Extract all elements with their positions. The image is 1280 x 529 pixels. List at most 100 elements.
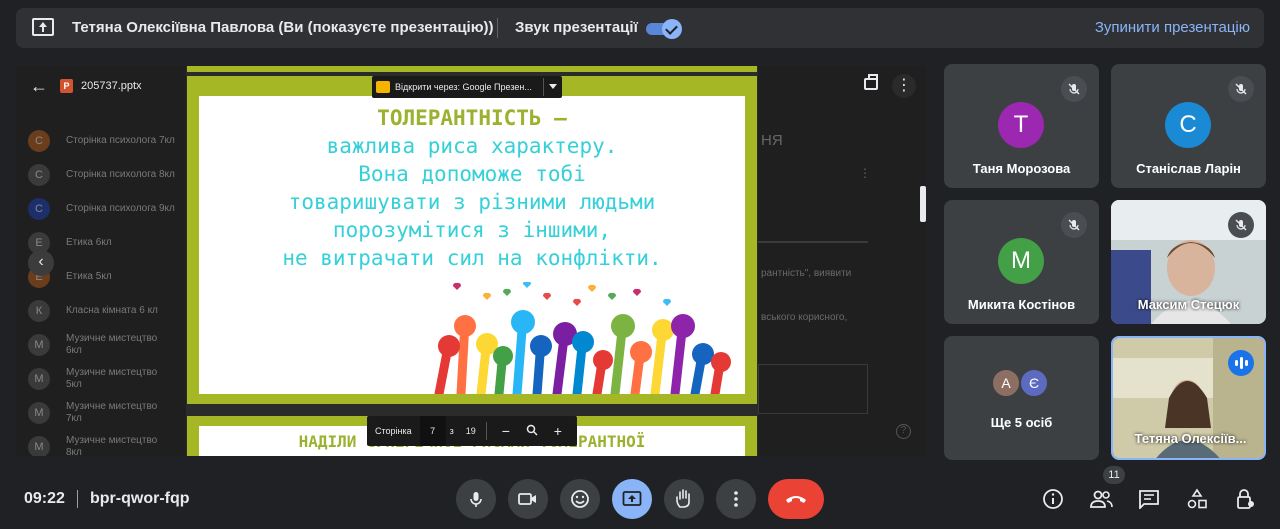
google-slides-icon [376, 81, 390, 93]
slide-line: не витрачати сил на конфлікти. [282, 246, 662, 270]
background-list-label: Сторінка психолога 9кл [66, 203, 175, 214]
open-with-button[interactable]: Відкрити через: Google Презен... [372, 76, 562, 98]
background-list-label: Етика 5кл [66, 271, 112, 282]
background-list-label: Класна кімната 6 кл [66, 305, 158, 316]
background-list-label: Сторінка психолога 7кл [66, 135, 175, 146]
participant-tile[interactable]: С Станіслав Ларін [1111, 64, 1266, 188]
presentation-sound-label: Звук презентації [515, 19, 638, 36]
participant-name: Максим Стецюк [1137, 297, 1240, 312]
chat-button[interactable] [1136, 486, 1162, 512]
background-list-label: Етика 6кл [66, 237, 112, 248]
mic-off-icon [1061, 76, 1087, 102]
people-icon [1090, 490, 1113, 508]
powerpoint-file-icon: P [60, 79, 73, 93]
speaking-indicator-icon [1228, 350, 1254, 376]
background-list-item: К Класна кімната 6 кл [28, 296, 158, 326]
meeting-code: bpr-qwor-fqp [90, 490, 190, 507]
background-text: вського корисного, [761, 312, 848, 323]
stop-presenting-button[interactable]: Зупинити презентацію [1095, 19, 1250, 36]
meeting-details-button[interactable] [1040, 486, 1066, 512]
background-list-item: С Сторінка психолога 7кл [28, 126, 175, 156]
heart-icon [542, 292, 552, 300]
lock-person-icon [1237, 489, 1254, 509]
print-icon[interactable] [864, 74, 878, 90]
zoom-out-icon[interactable]: − [499, 423, 513, 439]
slide-line: важлива риса характеру. [326, 134, 618, 158]
avatar: С [1165, 102, 1211, 148]
phone-hangup-icon [786, 496, 806, 503]
heart-icon [522, 282, 532, 288]
page-number-input[interactable]: 7 [419, 416, 446, 446]
background-list-sublabel: 5кл [66, 379, 82, 390]
people-button[interactable] [1088, 486, 1114, 512]
heart-icon [587, 284, 597, 292]
current-slide: ТОЛЕРАНТНІСТЬ – важлива риса характеру. … [187, 76, 757, 404]
more-vert-icon[interactable]: ⋮ [892, 74, 916, 98]
heart-icon [632, 288, 642, 296]
present-now-button[interactable] [612, 479, 652, 519]
chevron-left-icon[interactable]: ‹ [28, 250, 54, 276]
page-of-label: з [449, 426, 454, 436]
activities-icon [1187, 488, 1207, 509]
self-video-tile[interactable]: Тетяна Олексіїв... [1111, 336, 1266, 460]
background-list-sublabel: 7кл [66, 413, 82, 424]
leave-call-button[interactable] [768, 479, 824, 519]
participant-tile[interactable]: Т Таня Морозова [944, 64, 1099, 188]
file-viewer-toolbar: ← P 205737.pptx Відкрити через: Google П… [16, 66, 926, 106]
slide-line: порозумітися з іншими, [332, 218, 612, 242]
check-icon [662, 19, 682, 39]
background-list-item: С Сторінка психолога 8кл [28, 160, 175, 190]
participant-name: Тетяна Олексіїв... [1134, 431, 1247, 446]
raise-hand-button[interactable] [664, 479, 704, 519]
presentation-sound-toggle[interactable] [646, 19, 682, 39]
zoom-icon[interactable] [525, 423, 539, 439]
background-list-item: М Музичне мистецтво 6кл [28, 330, 157, 360]
mic-off-icon [1061, 212, 1087, 238]
participant-video-tile[interactable]: Максим Стецюк [1111, 200, 1266, 324]
background-list-sublabel: 6кл [66, 345, 82, 356]
mic-off-icon [1228, 212, 1254, 238]
mic-off-icon [1228, 76, 1254, 102]
avatar: Є [1019, 368, 1049, 398]
avatar: М [998, 238, 1044, 284]
help-icon[interactable]: ? [896, 424, 911, 439]
camera-button[interactable] [508, 479, 548, 519]
heart-icon [662, 298, 672, 306]
more-vert-icon [734, 491, 738, 507]
divider [497, 18, 498, 38]
host-controls-button[interactable] [1232, 486, 1258, 512]
zoom-in-icon[interactable]: + [551, 423, 565, 439]
background-list-sublabel: 8кл [66, 447, 82, 456]
info-icon [1043, 489, 1063, 509]
microphone-button[interactable] [456, 479, 496, 519]
hearts [452, 282, 672, 306]
participant-name: Микита Костінов [967, 297, 1076, 312]
background-list-label: Музичне мистецтво [66, 367, 158, 378]
avatar: М [28, 402, 50, 424]
slide-content: ТОЛЕРАНТНІСТЬ – важлива риса характеру. … [199, 96, 745, 394]
back-arrow-icon[interactable]: ← [30, 76, 48, 97]
chevron-down-icon[interactable] [549, 84, 557, 89]
presentation-stage: С Сторінка психолога 7кл С Сторінка психоло… [16, 66, 926, 456]
presentation-banner: Тетяна Олексіївна Павлова (Ви (показуєте… [16, 8, 1264, 48]
more-options-button[interactable] [716, 479, 756, 519]
divider [543, 78, 544, 96]
raised-hands-illustration [434, 282, 731, 394]
emoji-icon [571, 490, 589, 508]
slide-line: товаришувати з різними людьми [288, 190, 656, 214]
avatar: С [28, 198, 50, 220]
scrollbar-thumb[interactable] [920, 186, 926, 222]
background-list-item: С Сторінка психолога 9кл [28, 194, 175, 224]
file-name: 205737.pptx [81, 80, 142, 92]
background-heading: НЯ [761, 132, 783, 149]
background-list-label: Музичне мистецтво [66, 435, 158, 446]
activities-button[interactable] [1184, 486, 1210, 512]
reactions-button[interactable] [560, 479, 600, 519]
present-screen-icon [622, 491, 642, 506]
more-vert-icon: ⋮ [859, 166, 871, 180]
background-box [758, 364, 868, 414]
hand-icon [676, 489, 690, 508]
more-participants-tile[interactable]: А Є Ще 5 осіб [944, 336, 1099, 460]
participant-tile[interactable]: М Микита Костінов [944, 200, 1099, 324]
heart-icon [572, 298, 582, 306]
